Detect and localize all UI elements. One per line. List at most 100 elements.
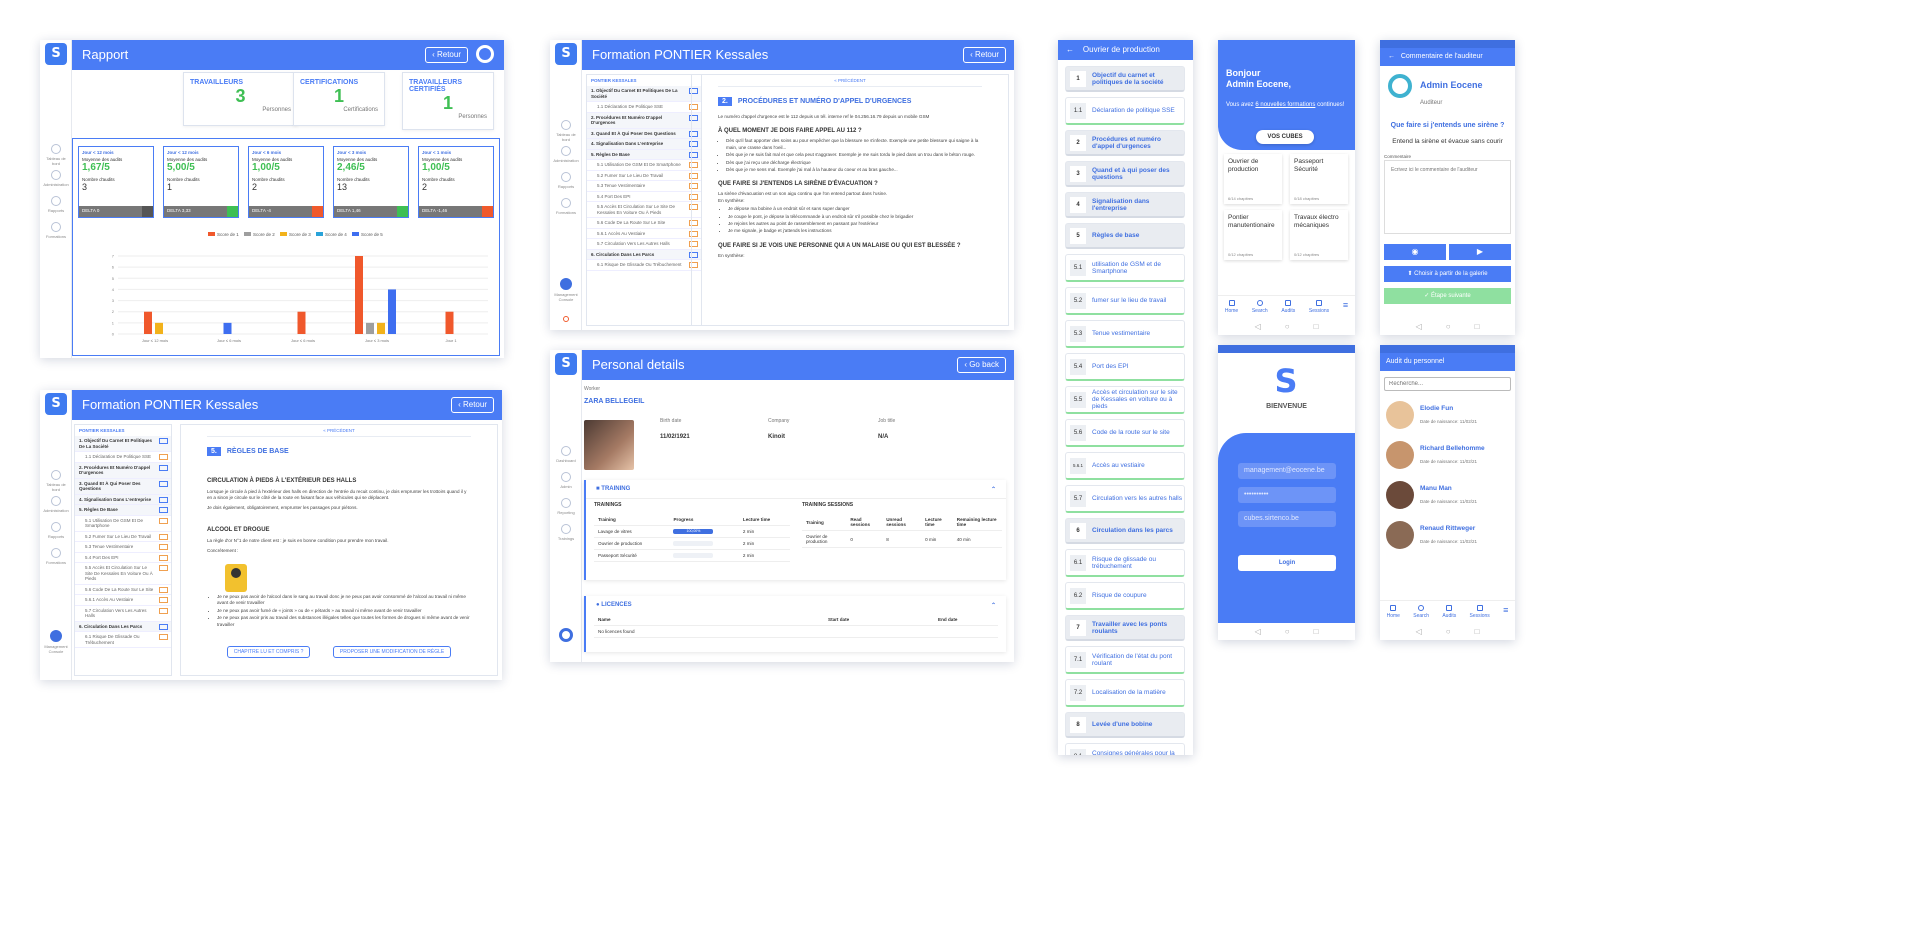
nav-admin[interactable]: Administration <box>42 496 70 513</box>
recents-icon[interactable]: □ <box>1475 627 1480 639</box>
tree-item[interactable]: 5.1 Utilisation De GSM Et De Smartphone <box>587 160 701 171</box>
list-item[interactable]: 3 Quand et à qui poser des questions <box>1065 161 1185 187</box>
propose-change-button[interactable]: PROPOSER UNE MODIFICATION DE RÈGLE <box>332 646 452 659</box>
back-button[interactable]: ‹ Retour <box>963 47 1006 63</box>
list-item[interactable]: 1.1 Déclaration de politique SSE <box>1065 97 1185 125</box>
tree-item[interactable]: 5.6.1 Accès Au Vestiaire <box>587 228 701 239</box>
previous-link[interactable]: « PRÉCÉDENT <box>718 75 982 87</box>
app-logo-icon[interactable]: S <box>555 43 577 65</box>
action-icon[interactable] <box>397 206 408 217</box>
licences-header[interactable]: ● LICENCES ⌃ <box>586 596 1006 614</box>
menu-icon[interactable]: ≡ <box>1503 605 1508 626</box>
tree-item[interactable]: 1. Objectif Du Carnet Et Politiques De L… <box>75 436 171 452</box>
avatar[interactable] <box>559 628 573 642</box>
nav-admin[interactable]: Administration <box>552 146 580 163</box>
back-icon[interactable]: ◁ <box>1416 627 1422 639</box>
nav-dashboard[interactable]: Dashboard <box>552 446 580 463</box>
nav-management-console[interactable]: Management Console <box>42 630 70 654</box>
search-input[interactable] <box>1384 377 1511 391</box>
back-button[interactable]: ‹ Retour <box>425 47 468 63</box>
nav-home[interactable]: Home <box>1225 300 1238 321</box>
nav-search[interactable]: Search <box>1252 300 1268 321</box>
list-item[interactable]: 8.1 Consignes générales pour la levée <box>1065 743 1185 755</box>
back-icon[interactable]: ◁ <box>1416 322 1422 334</box>
table-row[interactable]: Passeport Sécurité 2 min <box>594 549 790 562</box>
nav-home[interactable]: Home <box>1387 605 1400 626</box>
nav-dashboard[interactable]: Tableau de bord <box>552 120 580 142</box>
action-icon[interactable] <box>312 206 323 217</box>
menu-icon[interactable]: ≡ <box>1343 300 1348 321</box>
back-icon[interactable]: ◁ <box>1255 627 1261 639</box>
list-item[interactable]: 6.1 Risque de glissade ou trébuchement <box>1065 549 1185 577</box>
tree-item[interactable]: 5.2 Fumer Sur Le Lieu De Travail <box>587 170 701 181</box>
action-icon[interactable] <box>142 206 153 217</box>
nav-dashboard[interactable]: Tableau de bord <box>42 144 70 166</box>
next-step-button[interactable]: ✓ Étape suivante <box>1384 288 1511 304</box>
list-item[interactable]: 7.1 Vérification de l'état du pont roulan… <box>1065 646 1185 674</box>
password-field[interactable]: •••••••••• <box>1238 487 1336 503</box>
training-header[interactable]: ■ TRAINING ⌃ <box>586 480 1006 499</box>
back-button[interactable]: ‹ Retour <box>451 397 494 413</box>
list-item[interactable]: 5.4 Port des EPI <box>1065 353 1185 381</box>
home-icon[interactable]: ○ <box>1446 627 1451 639</box>
login-button[interactable]: Login <box>1238 555 1336 571</box>
recents-icon[interactable]: □ <box>1314 627 1319 639</box>
home-icon[interactable]: ○ <box>1446 322 1451 334</box>
list-item[interactable]: 4 Signalisation dans l'entreprise <box>1065 192 1185 218</box>
list-item[interactable]: 2 Procédures et numéro d'appel d'urgences <box>1065 130 1185 156</box>
action-icon[interactable] <box>227 206 238 217</box>
tree-item[interactable]: 5.7 Circulation Vers Les Autres Halls <box>75 605 171 622</box>
video-button[interactable]: ▶ <box>1449 244 1511 260</box>
back-button[interactable]: ‹ Go back <box>957 357 1006 373</box>
tree-item[interactable]: 5.6 Code De La Route Sur Le Site <box>75 584 171 595</box>
previous-link[interactable]: « PRÉCÉDENT <box>207 425 471 437</box>
list-item[interactable]: 5.1 utilisation de GSM et de Smartphone <box>1065 254 1185 282</box>
tree-item[interactable]: 6.1 Risque De Glissade Ou Trébuchement <box>75 632 171 648</box>
tree-item[interactable]: 5.7 Circulation Vers Les Autres Halls <box>587 239 701 250</box>
course-tile[interactable]: Ouvrier de production 6/14 chapitres <box>1224 154 1282 204</box>
nav-reports[interactable]: Rapports <box>42 522 70 539</box>
back-arrow-icon[interactable]: ← <box>1066 45 1074 54</box>
course-tile[interactable]: Passeport Sécurité 0/18 chapitres <box>1290 154 1348 204</box>
list-item[interactable]: 5.2 fumer sur le lieu de travail <box>1065 287 1185 315</box>
tree-item[interactable]: 4. Signalisation Dans L'entreprise <box>587 139 701 150</box>
tree-item[interactable]: 2. Procédures Et Numéro D'appel D'urgenc… <box>75 462 171 479</box>
list-item[interactable]: 5.3 Tenue vestimentaire <box>1065 320 1185 348</box>
tree-item[interactable]: 5.5 Accès Et Circulation Sur Le Site De … <box>587 202 701 218</box>
person-row[interactable]: Manu Man Date de naissance: 11/02/21 <box>1380 479 1515 517</box>
nav-management-console[interactable]: Management Console <box>552 278 580 302</box>
recents-icon[interactable]: □ <box>1314 322 1319 334</box>
comment-input[interactable] <box>1384 160 1511 234</box>
table-row[interactable]: Ouvrier de production 0 8 0 min 40 min <box>802 530 1002 548</box>
chevron-up-icon[interactable]: ⌃ <box>991 602 996 609</box>
list-item[interactable]: 7.2 Localisation de la matière <box>1065 679 1185 707</box>
power-icon[interactable] <box>563 316 569 322</box>
tree-item[interactable]: 5.6 Code De La Route Sur Le Site <box>587 218 701 229</box>
home-icon[interactable]: ○ <box>1285 627 1290 639</box>
nav-trainings[interactable]: Trainings <box>552 524 580 541</box>
course-tile[interactable]: Pontier manutentionaire 0/12 chapitres <box>1224 210 1282 260</box>
tree-item[interactable]: 5. Règles De Base <box>75 505 171 516</box>
recents-icon[interactable]: □ <box>1475 322 1480 334</box>
nav-search[interactable]: Search <box>1413 605 1429 626</box>
server-field[interactable]: cubes.sirtenco.be <box>1238 511 1336 527</box>
tree-item[interactable]: 5.6.1 Accès Au Vestiaire <box>75 595 171 606</box>
list-item[interactable]: 5 Règles de base <box>1065 223 1185 249</box>
cubes-button[interactable]: VOS CUBES <box>1256 130 1314 144</box>
nav-trainings[interactable]: Formations <box>552 198 580 215</box>
nav-reports[interactable]: Rapports <box>552 172 580 189</box>
new-trainings-link[interactable]: 6 nouvelles formations <box>1255 102 1315 108</box>
nav-sessions[interactable]: Sessions <box>1309 300 1329 321</box>
nav-dashboard[interactable]: Tableau de bord <box>42 470 70 492</box>
nav-reporting[interactable]: Reporting <box>552 498 580 515</box>
list-item[interactable]: 8 Levée d'une bobine <box>1065 712 1185 738</box>
camera-button[interactable]: ◉ <box>1384 244 1446 260</box>
tree-item[interactable]: 3. Quand Et À Qui Poser Des Questions <box>587 128 701 139</box>
home-icon[interactable]: ○ <box>1285 322 1290 334</box>
list-item[interactable]: 5.7 Circulation vers les autres halls <box>1065 485 1185 513</box>
nav-trainings[interactable]: Formations <box>42 222 70 239</box>
tree-item[interactable]: 5.3 Tenue Vestimentaire <box>75 542 171 553</box>
tree-item[interactable]: 6. Circulation Dans Les Parcs <box>75 621 171 632</box>
list-item[interactable]: 1 Objectif du carnet et politiques de la … <box>1065 66 1185 92</box>
tree-item[interactable]: 1.1 Déclaration De Politique SSE <box>75 452 171 463</box>
